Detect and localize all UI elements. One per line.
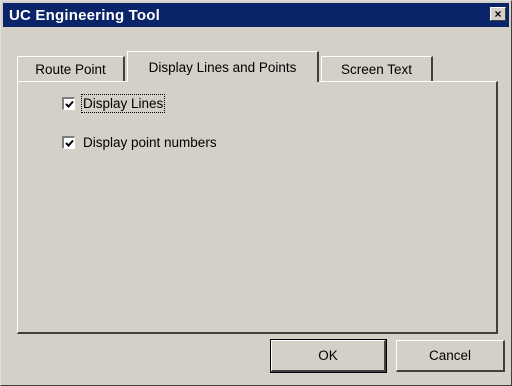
display-point-numbers-label: Display point numbers bbox=[83, 135, 217, 150]
checkmark-icon bbox=[64, 100, 74, 108]
ok-button-label: OK bbox=[318, 348, 338, 363]
title-bar[interactable]: UC Engineering Tool × bbox=[3, 3, 509, 27]
dialog-window: UC Engineering Tool × Route Point Displa… bbox=[0, 0, 512, 386]
checkmark-icon bbox=[64, 139, 74, 147]
close-icon: × bbox=[494, 7, 502, 21]
tab-screen-text-label: Screen Text bbox=[340, 61, 413, 77]
window-title: UC Engineering Tool bbox=[9, 6, 161, 24]
tab-display-lines-and-points[interactable]: Display Lines and Points bbox=[127, 51, 319, 82]
tab-display-lines-and-points-label: Display Lines and Points bbox=[148, 59, 297, 75]
close-button[interactable]: × bbox=[490, 7, 506, 21]
tab-route-point-label: Route Point bbox=[35, 61, 106, 77]
display-lines-checkbox[interactable] bbox=[62, 97, 75, 110]
tab-panel-display-lines-and-points: Display Lines Display point numbers bbox=[17, 81, 498, 334]
display-lines-option[interactable]: Display Lines bbox=[62, 94, 166, 113]
ok-button[interactable]: OK bbox=[270, 339, 387, 373]
cancel-button[interactable]: Cancel bbox=[396, 340, 505, 372]
display-point-numbers-option[interactable]: Display point numbers bbox=[62, 135, 217, 150]
tab-strip: Route Point Display Lines and Points Scr… bbox=[17, 51, 457, 82]
display-lines-label: Display Lines bbox=[80, 94, 166, 113]
tab-route-point[interactable]: Route Point bbox=[17, 56, 125, 81]
tab-screen-text[interactable]: Screen Text bbox=[321, 56, 433, 81]
display-point-numbers-checkbox[interactable] bbox=[62, 136, 75, 149]
cancel-button-label: Cancel bbox=[428, 348, 472, 363]
